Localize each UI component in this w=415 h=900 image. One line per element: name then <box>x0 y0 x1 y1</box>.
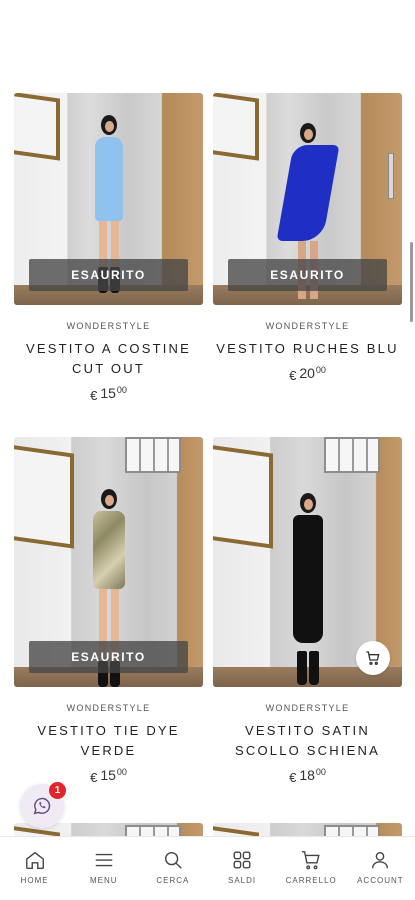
sold-out-badge: ESAURITO <box>228 259 387 291</box>
nav-home[interactable]: HOME <box>3 849 67 885</box>
product-card[interactable]: ESAURITO WONDERSTYLE VESTITO TIE DYE VER… <box>14 437 203 785</box>
nav-label: SALDI <box>227 876 257 885</box>
add-to-cart-button[interactable] <box>356 641 390 675</box>
user-icon <box>372 851 389 869</box>
product-title[interactable]: VESTITO SATIN SCOLLO SCHIENA <box>215 721 400 761</box>
nav-label: CARRELLO <box>285 876 337 885</box>
bottom-navigation: HOME MENU CERCA SALDI CARRELLO ACCOUNT <box>0 836 415 900</box>
product-image[interactable]: ESAURITO <box>213 93 402 305</box>
nav-label: CERCA <box>156 876 190 885</box>
product-grid: ESAURITO WONDERSTYLE VESTITO A COSTINE C… <box>14 93 402 785</box>
product-brand: WONDERSTYLE <box>265 321 350 331</box>
product-title[interactable]: VESTITO RUCHES BLU <box>215 339 400 359</box>
product-list[interactable]: ESAURITO WONDERSTYLE VESTITO A COSTINE C… <box>0 0 415 900</box>
product-brand: WONDERSTYLE <box>66 321 151 331</box>
cart-icon <box>302 851 320 870</box>
product-title[interactable]: VESTITO TIE DYE VERDE <box>16 721 201 761</box>
product-card[interactable]: WONDERSTYLE VESTITO SATIN SCOLLO SCHIENA… <box>213 437 402 785</box>
product-title[interactable]: VESTITO A COSTINE CUT OUT <box>16 339 201 379</box>
search-icon <box>164 851 182 869</box>
nav-sales[interactable]: SALDI <box>210 849 274 885</box>
menu-icon <box>95 853 112 867</box>
sold-out-badge: ESAURITO <box>29 259 188 291</box>
nav-account[interactable]: ACCOUNT <box>348 849 412 885</box>
product-price: €20 00 <box>289 365 326 383</box>
product-brand: WONDERSTYLE <box>66 703 151 713</box>
product-card[interactable]: ESAURITO WONDERSTYLE VESTITO A COSTINE C… <box>14 93 203 403</box>
notification-badge: 1 <box>49 782 66 799</box>
grid-icon <box>233 851 251 869</box>
whatsapp-icon <box>33 797 51 815</box>
product-image[interactable]: ESAURITO <box>14 437 203 687</box>
nav-search[interactable]: CERCA <box>141 849 205 885</box>
cart-icon <box>366 651 380 665</box>
product-price: €15 00 <box>90 767 127 785</box>
nav-label: MENU <box>89 876 118 885</box>
nav-cart[interactable]: CARRELLO <box>279 849 343 885</box>
product-image[interactable]: ESAURITO <box>14 93 203 305</box>
home-icon <box>25 851 44 869</box>
nav-menu[interactable]: MENU <box>72 849 136 885</box>
nav-label: ACCOUNT <box>357 876 404 885</box>
product-price: €18 00 <box>289 767 326 785</box>
product-image[interactable] <box>213 437 402 687</box>
product-brand: WONDERSTYLE <box>265 703 350 713</box>
product-card[interactable]: ESAURITO WONDERSTYLE VESTITO RUCHES BLU … <box>213 93 402 403</box>
nav-label: HOME <box>20 876 49 885</box>
product-price: €15 00 <box>90 385 127 403</box>
scrollbar[interactable] <box>410 242 413 322</box>
sold-out-badge: ESAURITO <box>29 641 188 673</box>
